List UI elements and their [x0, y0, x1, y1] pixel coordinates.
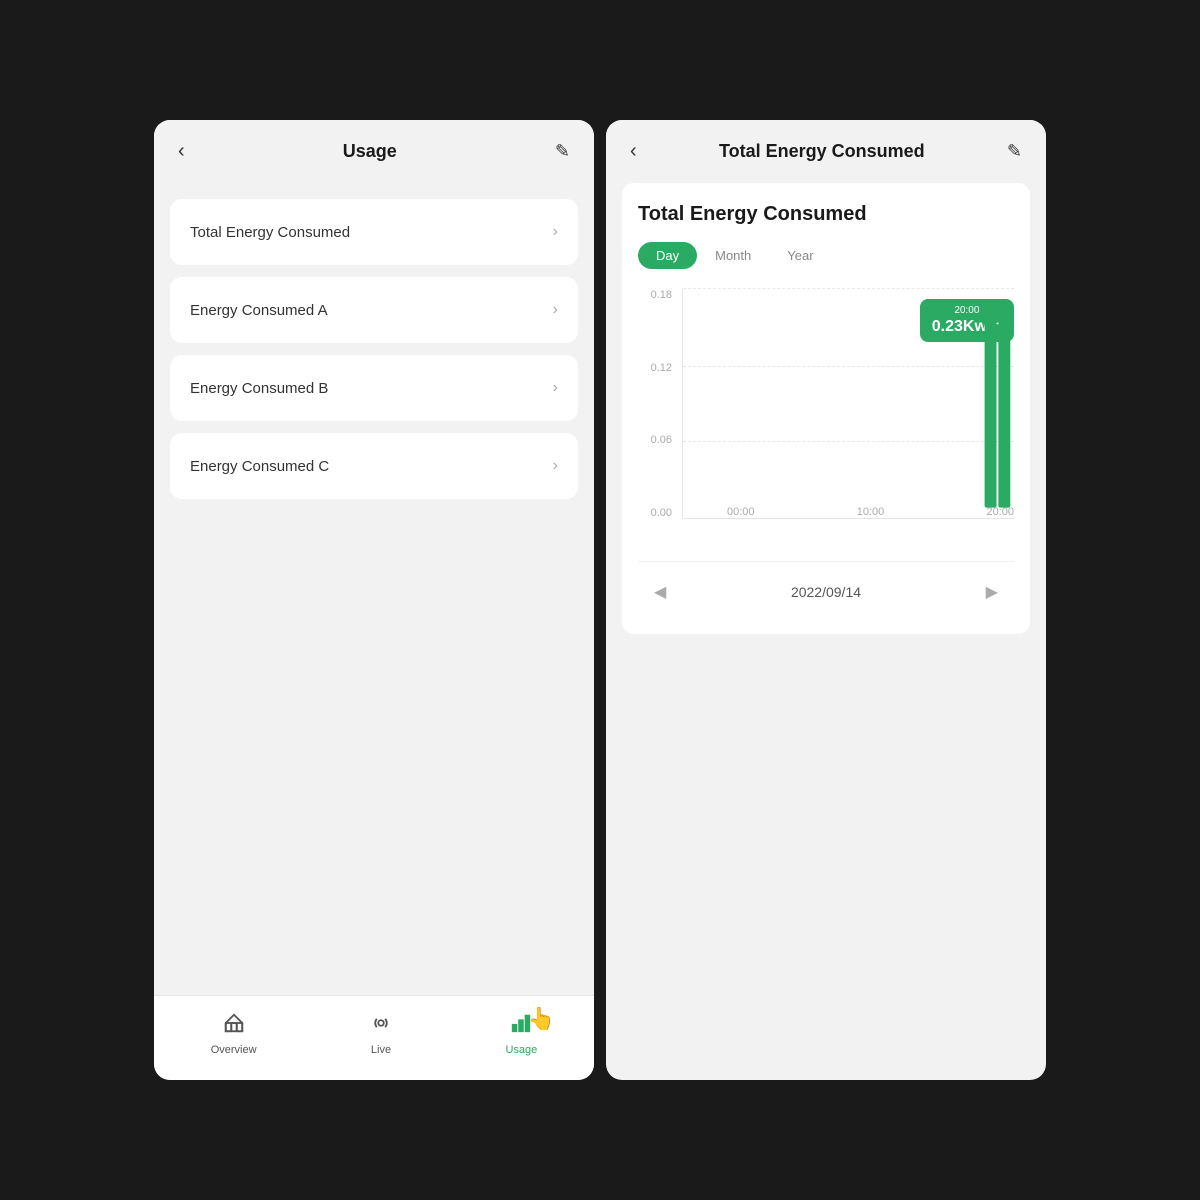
chevron-right-icon: ›	[553, 457, 558, 475]
chevron-right-icon: ›	[553, 379, 558, 397]
date-next-button[interactable]: ▶	[978, 578, 1006, 606]
date-nav: ◀ 2022/09/14 ▶	[638, 561, 1014, 614]
menu-item-energy-a[interactable]: Energy Consumed A ›	[170, 277, 578, 343]
right-edit-button[interactable]: ✎	[1007, 141, 1022, 162]
nav-live-label: Live	[371, 1044, 391, 1056]
nav-overview-label: Overview	[211, 1044, 257, 1056]
x-label-1: 10:00	[857, 506, 885, 518]
left-back-button[interactable]: ‹	[178, 140, 185, 163]
live-icon	[370, 1012, 392, 1040]
right-header: ‹ Total Energy Consumed ✎	[606, 120, 1046, 183]
menu-list: Total Energy Consumed › Energy Consumed …	[154, 183, 594, 995]
menu-item-label: Energy Consumed B	[190, 380, 328, 397]
date-prev-button[interactable]: ◀	[646, 578, 674, 606]
x-label-2: 20:00	[986, 506, 1014, 518]
nav-item-usage[interactable]: Usage 👆	[505, 1012, 537, 1056]
home-icon	[223, 1012, 245, 1040]
right-back-button[interactable]: ‹	[630, 140, 637, 163]
nav-usage-label: Usage	[505, 1044, 537, 1056]
menu-item-total-energy[interactable]: Total Energy Consumed ›	[170, 199, 578, 265]
left-edit-button[interactable]: ✎	[555, 141, 570, 162]
x-axis: 00:00 10:00 20:00	[727, 506, 1014, 518]
tab-month[interactable]: Month	[697, 242, 769, 269]
tab-year[interactable]: Year	[769, 242, 831, 269]
y-label-3: 0.18	[638, 289, 678, 301]
menu-item-label: Total Energy Consumed	[190, 224, 350, 241]
chart-section: Total Energy Consumed Day Month Year 0.0…	[622, 183, 1030, 634]
chevron-right-icon: ›	[553, 223, 558, 241]
bottom-nav: Overview Live	[154, 995, 594, 1080]
menu-item-energy-c[interactable]: Energy Consumed C ›	[170, 433, 578, 499]
chart-area: 0.00 0.06 0.12 0.18 20:00 0.23Kw·h	[638, 289, 1014, 549]
chart-bars	[683, 289, 1014, 518]
menu-item-energy-b[interactable]: Energy Consumed B ›	[170, 355, 578, 421]
nav-item-live[interactable]: Live	[370, 1012, 392, 1056]
y-axis: 0.00 0.06 0.12 0.18	[638, 289, 678, 519]
left-title: Usage	[185, 141, 555, 162]
chart-plot: 20:00 0.23Kw·h 00:00 10:00 20:00	[682, 289, 1014, 519]
left-header: ‹ Usage ✎	[154, 120, 594, 183]
tab-day[interactable]: Day	[638, 242, 697, 269]
y-label-2: 0.12	[638, 362, 678, 374]
y-label-1: 0.06	[638, 434, 678, 446]
right-panel: ‹ Total Energy Consumed ✎ Total Energy C…	[606, 120, 1046, 1080]
right-title: Total Energy Consumed	[637, 141, 1007, 162]
menu-item-label: Energy Consumed C	[190, 458, 329, 475]
chart-main-title: Total Energy Consumed	[638, 203, 1014, 226]
y-label-0: 0.00	[638, 507, 678, 519]
date-label: 2022/09/14	[791, 584, 861, 600]
time-tabs: Day Month Year	[638, 242, 1014, 269]
x-label-0: 00:00	[727, 506, 755, 518]
menu-item-label: Energy Consumed A	[190, 302, 328, 319]
nav-item-overview[interactable]: Overview	[211, 1012, 257, 1056]
cursor-hand-icon: 👆	[528, 1006, 555, 1032]
left-panel: ‹ Usage ✎ Total Energy Consumed › Energy…	[154, 120, 594, 1080]
chevron-right-icon: ›	[553, 301, 558, 319]
screens-container: ‹ Usage ✎ Total Energy Consumed › Energy…	[114, 80, 1086, 1120]
